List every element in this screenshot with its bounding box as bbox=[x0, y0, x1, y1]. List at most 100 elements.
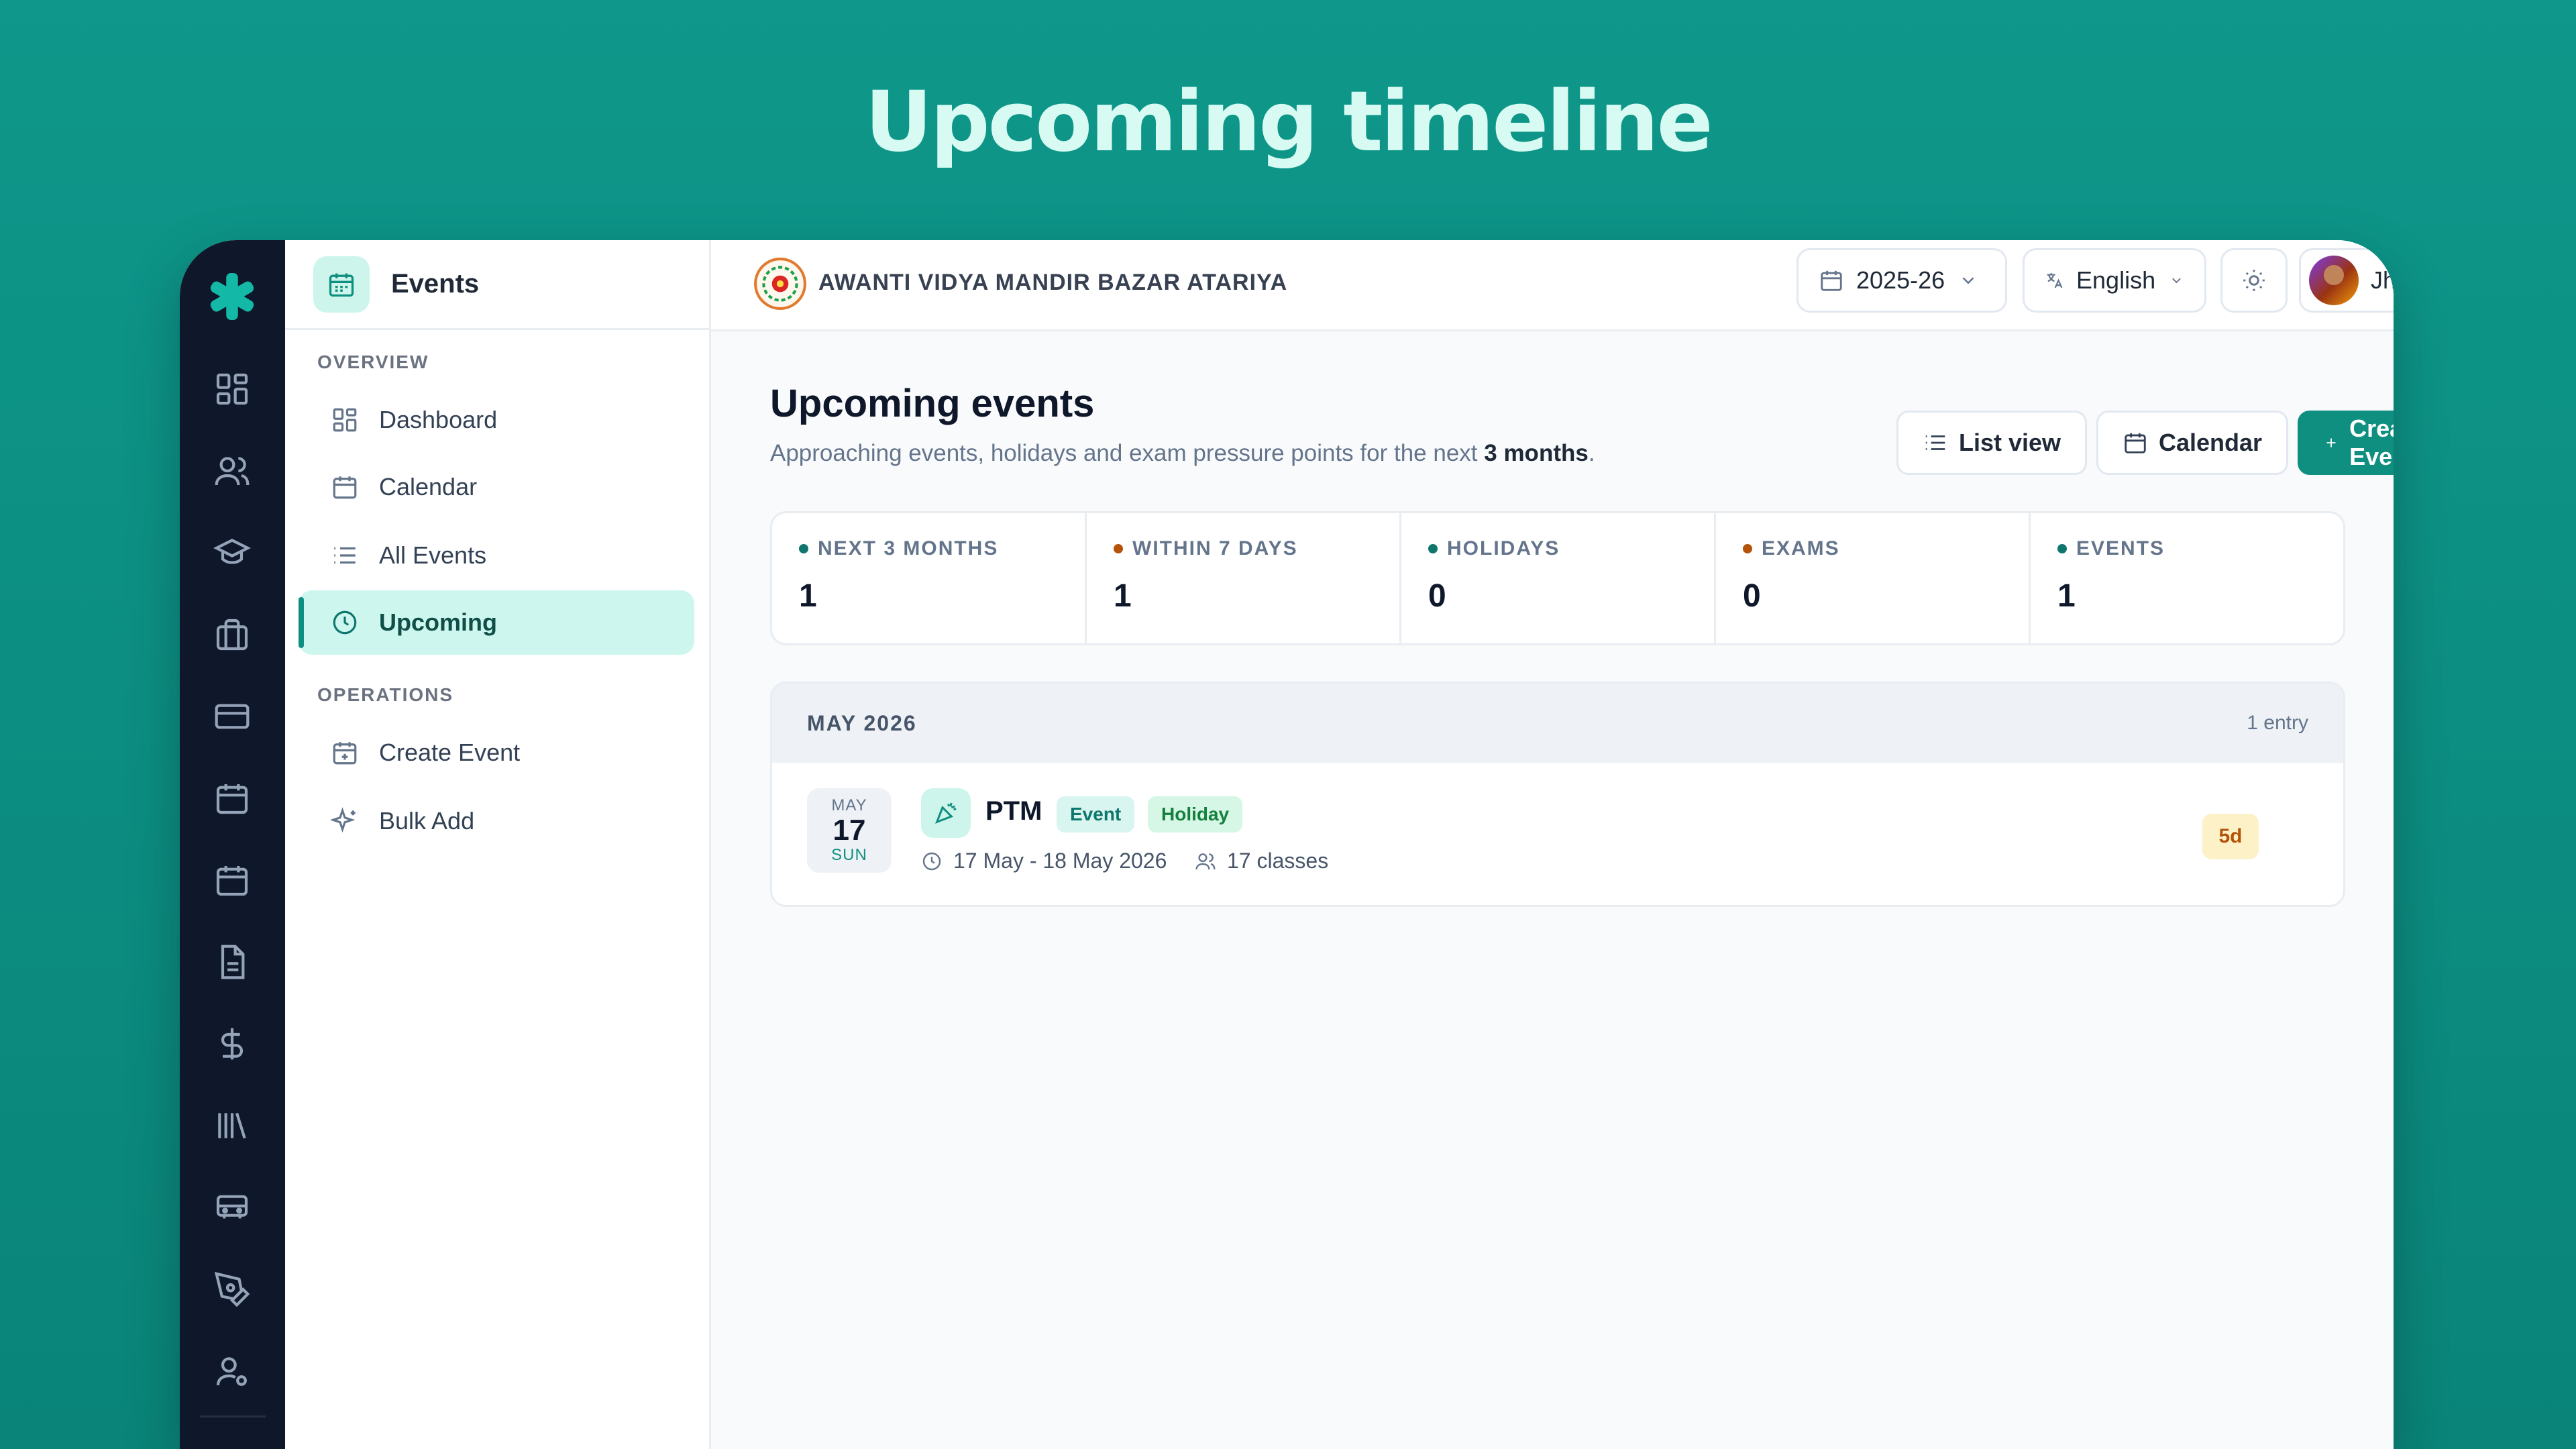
stats-row: NEXT 3 MONTHS 1 WITHIN 7 DAYS 1 HOLIDAYS… bbox=[770, 511, 2345, 645]
event-day: 17 bbox=[833, 813, 866, 847]
sidebar-header: Events bbox=[285, 240, 709, 330]
status-dot bbox=[2057, 544, 2067, 553]
stat-label-text: WITHIN 7 DAYS bbox=[1132, 537, 1298, 559]
sun-icon bbox=[2243, 270, 2265, 291]
promo-title: Upcoming timeline bbox=[865, 74, 1713, 170]
user-menu[interactable]: Jharendra bbox=[2299, 248, 2394, 313]
month-title: MAY 2026 bbox=[807, 710, 917, 735]
stat-label-text: NEXT 3 MONTHS bbox=[818, 537, 999, 559]
stat-label-text: EXAMS bbox=[1762, 537, 1840, 559]
list-icon bbox=[1925, 435, 1945, 450]
entry-count: 1 entry bbox=[2247, 712, 2308, 734]
sidebar-item-calendar[interactable]: Calendar bbox=[299, 455, 694, 519]
stat-value: 0 bbox=[1743, 578, 1761, 614]
list-view-button[interactable]: List view bbox=[1896, 411, 2088, 475]
app-window: Events OVERVIEW Dashboard Calendar All E… bbox=[180, 240, 2394, 1449]
users-icon bbox=[1195, 853, 1216, 869]
stat-label: EVENTS bbox=[2057, 537, 2343, 560]
dashboard-icon[interactable] bbox=[213, 370, 251, 408]
calendar-check-icon[interactable] bbox=[213, 861, 251, 899]
icon-rail bbox=[180, 240, 285, 1449]
clock-icon bbox=[922, 852, 941, 870]
language-value: English bbox=[2076, 266, 2156, 294]
stat-value: 0 bbox=[1428, 578, 1446, 614]
sidebar-item-label: All Events bbox=[379, 541, 487, 569]
calendar-icon bbox=[1821, 270, 1842, 291]
graduation-cap-icon[interactable] bbox=[213, 534, 252, 572]
chevron-down-icon bbox=[1962, 277, 1974, 284]
calendar-icon bbox=[333, 476, 357, 499]
bus-icon[interactable] bbox=[213, 1189, 251, 1226]
subtitle-emphasis: 3 months bbox=[1484, 440, 1589, 466]
month-group: MAY 2026 1 entry MAY 17 SUN PTM Event Ho… bbox=[770, 682, 2345, 907]
briefcase-icon[interactable] bbox=[213, 616, 251, 653]
sidebar-item-bulk-add[interactable]: Bulk Add bbox=[299, 789, 694, 853]
events-sidebar: Events OVERVIEW Dashboard Calendar All E… bbox=[285, 240, 711, 1449]
main-content: AWANTI VIDYA MANDIR BAZAR ATARIYA 2025-2… bbox=[711, 240, 2394, 1449]
stat-label-text: EVENTS bbox=[2076, 537, 2165, 559]
users-icon[interactable] bbox=[213, 452, 251, 490]
sidebar-item-all-events[interactable]: All Events bbox=[299, 523, 694, 588]
library-icon[interactable] bbox=[213, 1107, 251, 1144]
user-name: Jharendra bbox=[2371, 266, 2394, 294]
translate-icon bbox=[2047, 273, 2063, 288]
credit-card-icon[interactable] bbox=[213, 698, 251, 735]
sidebar-item-label: Dashboard bbox=[379, 406, 498, 433]
sidebar-item-label: Calendar bbox=[379, 473, 478, 500]
stat-label-text: HOLIDAYS bbox=[1447, 537, 1560, 559]
holiday-badge: Holiday bbox=[1148, 796, 1243, 833]
sidebar-item-label: Bulk Add bbox=[379, 807, 475, 835]
event-name[interactable]: PTM bbox=[985, 796, 1042, 826]
session-value: 2025-26 bbox=[1856, 266, 1945, 294]
dollar-icon[interactable] bbox=[213, 1025, 251, 1063]
event-range-text: 17 May - 18 May 2026 bbox=[953, 849, 1167, 873]
calendar-label: Calendar bbox=[2159, 429, 2263, 456]
event-weekday: SUN bbox=[831, 846, 867, 865]
subtitle-text: Approaching events, holidays and exam pr… bbox=[770, 440, 1485, 466]
stat-value: 1 bbox=[799, 578, 817, 614]
section-label-operations: OPERATIONS bbox=[317, 684, 454, 705]
sidebar-item-label: Upcoming bbox=[379, 608, 497, 636]
sidebar-item-create-event[interactable]: Create Event bbox=[299, 720, 694, 785]
calendar-button[interactable]: Calendar bbox=[2096, 411, 2289, 475]
document-icon[interactable] bbox=[213, 943, 251, 981]
pen-tool-icon[interactable] bbox=[213, 1271, 251, 1308]
events-calendar-icon bbox=[313, 256, 370, 313]
avatar bbox=[2309, 256, 2359, 305]
sparkles-icon bbox=[331, 807, 356, 833]
session-select[interactable]: 2025-26 bbox=[1796, 248, 2007, 313]
clock-icon bbox=[333, 610, 357, 635]
app-logo-icon[interactable] bbox=[204, 268, 260, 325]
days-remaining-badge: 5d bbox=[2202, 814, 2259, 859]
subtitle-end: . bbox=[1588, 440, 1595, 466]
event-type-badge: Event bbox=[1057, 796, 1135, 833]
page-title: Upcoming events bbox=[770, 382, 1095, 425]
calendar-icon bbox=[2125, 433, 2146, 453]
status-dot bbox=[1743, 544, 1752, 553]
list-view-label: List view bbox=[1959, 429, 2061, 456]
user-cog-icon[interactable] bbox=[213, 1352, 251, 1390]
sidebar-item-upcoming[interactable]: Upcoming bbox=[299, 590, 694, 655]
event-date-box: MAY 17 SUN bbox=[807, 788, 892, 873]
chevron-down-icon bbox=[2172, 278, 2181, 284]
language-select[interactable]: English bbox=[2023, 248, 2206, 313]
status-dot bbox=[1114, 544, 1123, 553]
sidebar-item-dashboard[interactable]: Dashboard bbox=[299, 388, 694, 452]
stat-events: EVENTS 1 bbox=[2031, 513, 2343, 643]
school-name: AWANTI VIDYA MANDIR BAZAR ATARIYA bbox=[818, 270, 1288, 295]
calendar-icon[interactable] bbox=[213, 780, 251, 817]
event-classes: 17 classes bbox=[1195, 849, 1328, 873]
dashboard-icon bbox=[333, 408, 357, 432]
sidebar-item-label: Create Event bbox=[379, 739, 521, 766]
top-bar: AWANTI VIDYA MANDIR BAZAR ATARIYA 2025-2… bbox=[711, 240, 2394, 331]
stat-label: HOLIDAYS bbox=[1428, 537, 1714, 560]
create-event-label: Create Event bbox=[2349, 415, 2394, 470]
create-event-button[interactable]: Create Event bbox=[2298, 411, 2394, 475]
stat-value: 1 bbox=[1114, 578, 1132, 614]
list-icon bbox=[334, 547, 356, 564]
stat-exams: EXAMS 0 bbox=[1716, 513, 2031, 643]
theme-toggle-button[interactable] bbox=[2220, 248, 2288, 313]
stat-value: 1 bbox=[2057, 578, 2076, 614]
event-month: MAY bbox=[831, 796, 867, 814]
section-label-overview: OVERVIEW bbox=[317, 352, 429, 372]
